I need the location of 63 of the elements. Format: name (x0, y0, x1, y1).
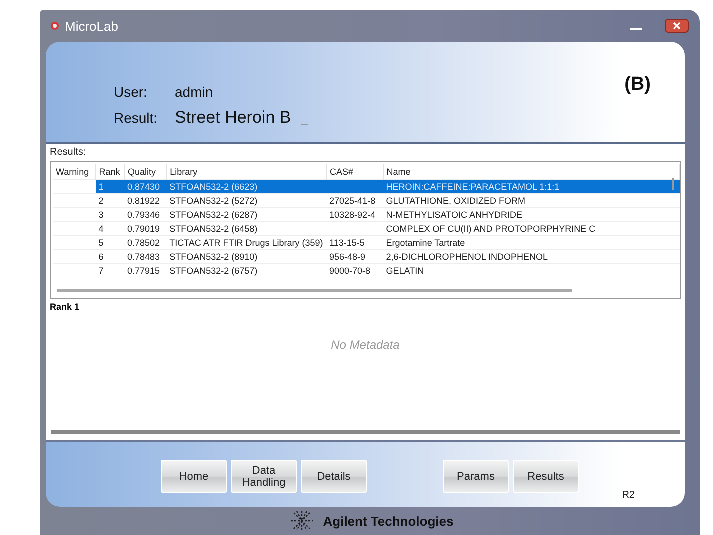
nav-button[interactable]: Results (513, 460, 579, 493)
table-cell: 0.79346 (128, 210, 160, 220)
nav-button[interactable]: Params (443, 460, 509, 493)
table-cell: STFOAN532-2 (6623) (170, 182, 258, 192)
result-value: Street Heroin B (175, 108, 292, 128)
panel-tag: (B) (624, 74, 651, 95)
table-cell: 956-48-9 (330, 252, 366, 262)
vertical-scrollbar[interactable] (672, 178, 674, 190)
table-cell: 0.81922 (128, 196, 160, 206)
table-cell: 7 (98, 266, 104, 276)
table-cell: TICTAC ATR FTIR Drugs Library (359) (170, 238, 324, 248)
close-icon[interactable] (665, 19, 689, 33)
table-cell: 27025-41-8 (330, 196, 376, 206)
nav-button[interactable]: Home (161, 460, 227, 493)
results-label: Results: (50, 147, 86, 158)
table-cell: 4 (98, 224, 104, 234)
table-cell: N-METHYLISATOIC ANHYDRIDE (386, 210, 522, 220)
result-label: Result: (114, 110, 159, 126)
table-cell: 0.79019 (128, 224, 160, 234)
result-row[interactable]: 4 0.79019 STFOAN532-2 (6458) COMPLEX OF CU(II) AND PROTOPORPHYRINE C (53, 222, 680, 236)
table-cell: HEROIN:CAFFEINE:PARACETAMOL 1:1:1 (386, 182, 560, 192)
table-cell: Ergotamine Tartrate (386, 238, 466, 248)
table-cell: STFOAN532-2 (5272) (170, 196, 258, 206)
table-cell: 0.78502 (128, 238, 160, 248)
table-cell: 0.87430 (128, 182, 160, 192)
detail-title: Rank 1 (50, 302, 80, 312)
result-row[interactable]: 2 0.81922 STFOAN532-2 (5272) 27025-41-8 GLUTATHIONE, OXIDIZED FORM (53, 194, 680, 208)
table-cell: 1 (98, 182, 104, 192)
table-cell: 2 (98, 196, 104, 206)
table-cell: 10328-92-4 (330, 210, 376, 220)
table-cell: 2,6-DICHLOROPHENOL INDOPHENOL (386, 252, 548, 262)
result-row[interactable]: 1 0.87430 STFOAN532-2 (6623) HEROIN:CAFFEINE:PARACETAMOL 1:1:1 (53, 180, 680, 194)
empty-message: No Metadata (331, 338, 400, 352)
result-row[interactable]: 7 0.77915 STFOAN532-2 (6757) 9000-70-8 GELATIN (53, 264, 680, 277)
result-row[interactable]: 6 0.78483 STFOAN532-2 (8910) 956-48-9 2,6-DICHLOROPHENOL INDOPHENOL (53, 250, 680, 264)
horizontal-scrollbar[interactable] (57, 289, 572, 292)
user-label: User: (114, 84, 148, 100)
result-row[interactable]: 3 0.79346 STFOAN532-2 (6287) 10328-92-4 N-METHYLISATOIC ANHYDRIDE (53, 208, 680, 222)
table-cell: 5 (98, 238, 104, 248)
brand-name: Agilent Technologies (323, 514, 454, 528)
user-value: admin (175, 84, 214, 100)
nav-button[interactable]: Details (301, 460, 367, 493)
table-cell: 113-15-5 (330, 238, 365, 248)
nav-button[interactable]: Data Handling (231, 460, 297, 493)
table-cell: 3 (98, 210, 104, 220)
version-label: R2 (622, 490, 635, 501)
result-row[interactable]: 5 0.78502 TICTAC ATR FTIR Drugs Library (359) 113-15-5 Ergotamine Tartrate (53, 236, 680, 250)
text-cursor: _ (301, 112, 308, 126)
window-title: MicroLab (65, 18, 118, 34)
table-cell: STFOAN532-2 (6458) (170, 224, 258, 234)
minimize-icon[interactable] (630, 27, 642, 31)
table-cell: 6 (98, 252, 104, 262)
table-cell: STFOAN532-2 (8910) (170, 252, 258, 262)
column-header[interactable]: Warning (53, 164, 96, 180)
table-cell: GLUTATHIONE, OXIDIZED FORM (386, 196, 526, 206)
table-cell: STFOAN532-2 (6757) (170, 266, 258, 276)
app-icon (50, 21, 60, 31)
table-cell: 0.77915 (128, 266, 160, 276)
table-cell: 0.78483 (128, 252, 160, 262)
table-cell: 9000-70-8 (330, 266, 371, 276)
table-cell: GELATIN (386, 266, 424, 276)
table-cell: STFOAN532-2 (6287) (170, 210, 258, 220)
table-cell: COMPLEX OF CU(II) AND PROTOPORPHYRINE C (386, 224, 596, 234)
